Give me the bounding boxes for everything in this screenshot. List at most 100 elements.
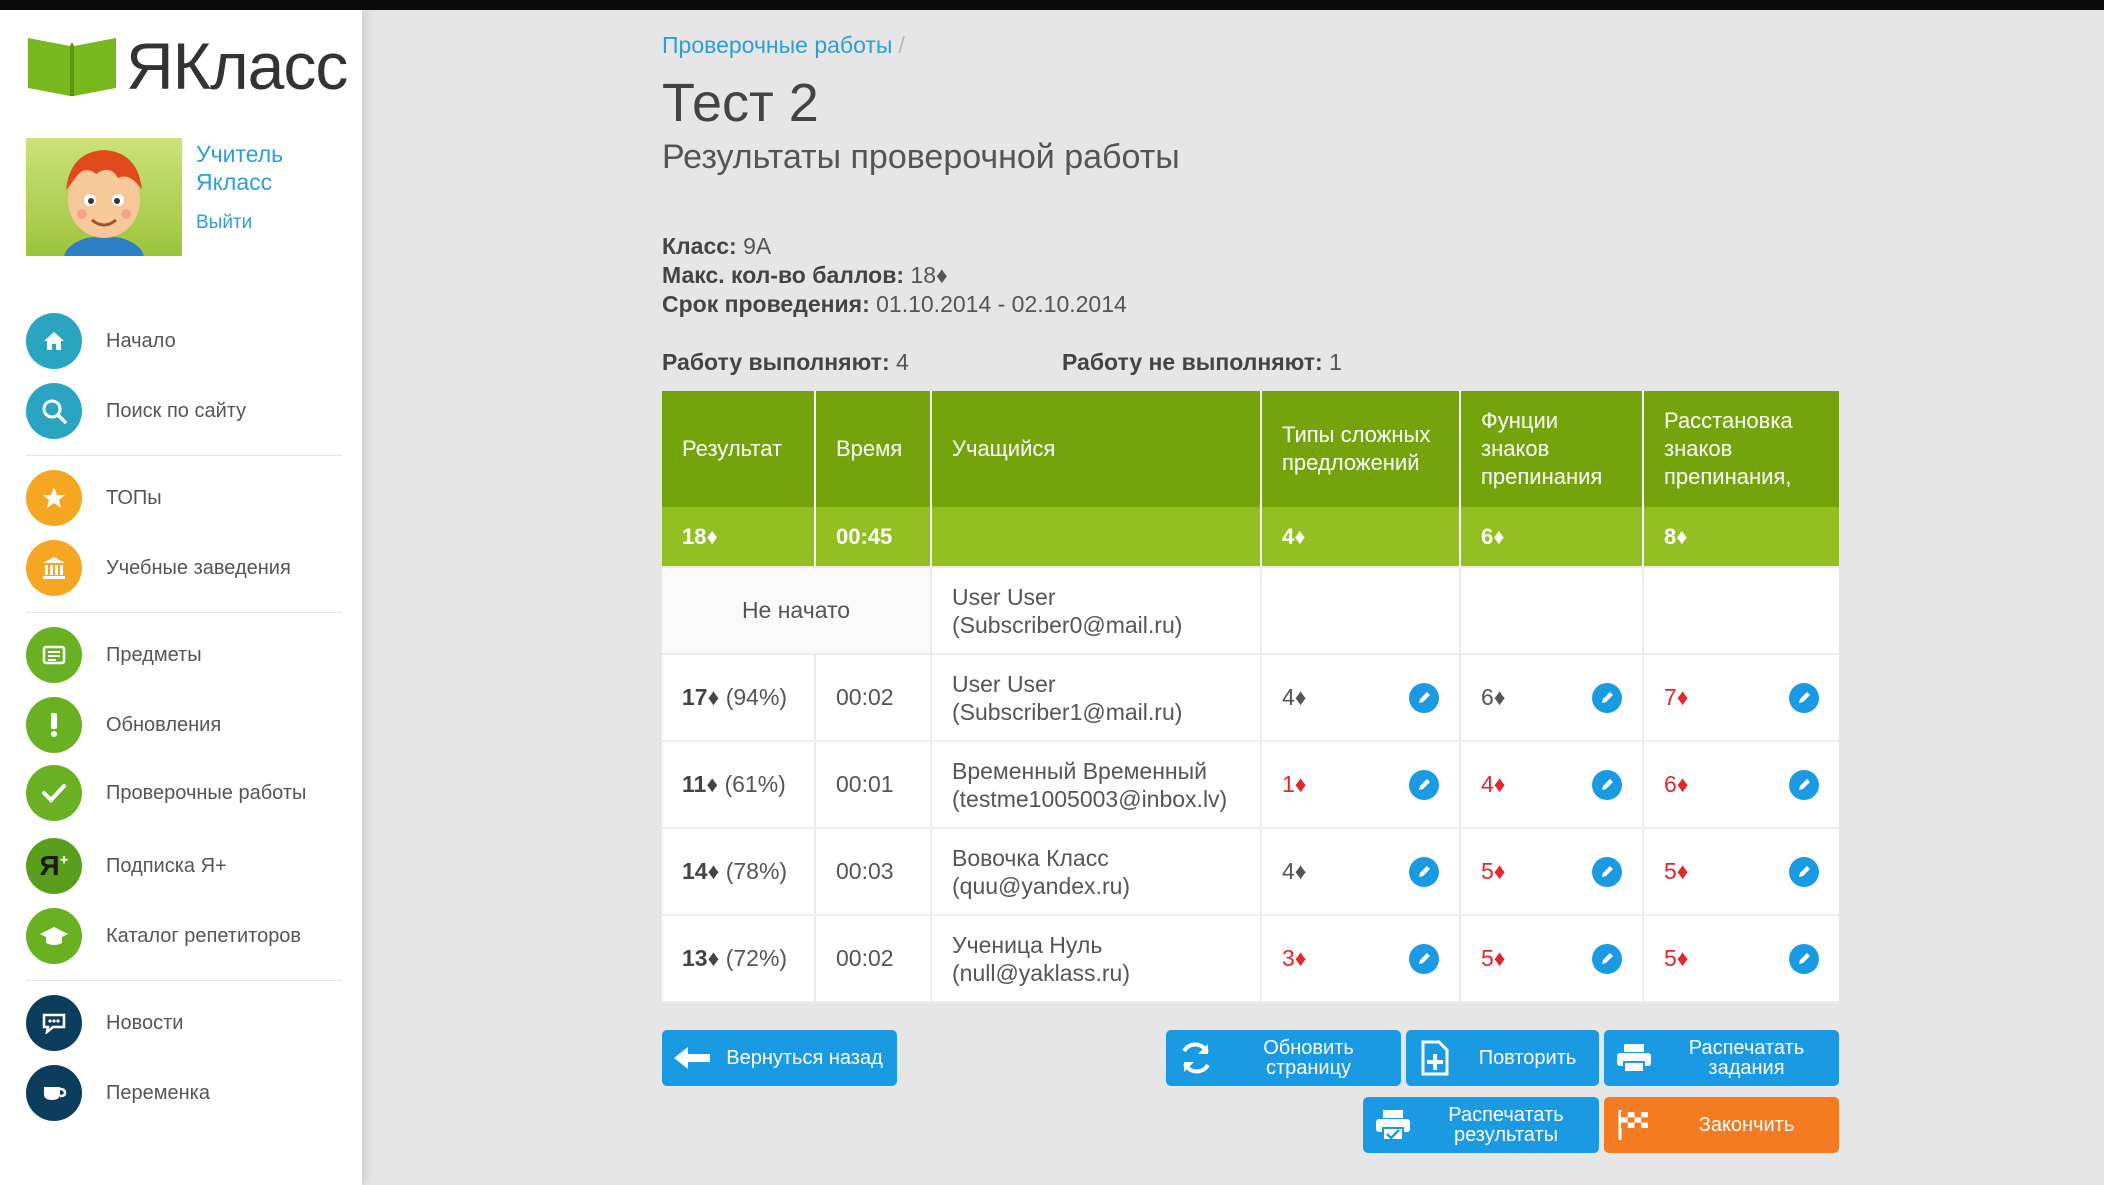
nav-item-updates[interactable]: Обновления [26, 697, 221, 753]
nav-label: Учебные заведения [106, 556, 291, 579]
task-score: 4♦ [1282, 684, 1307, 710]
nav-item-search[interactable]: Поиск по сайту [26, 383, 246, 439]
edit-icon[interactable] [1789, 856, 1819, 887]
edit-icon[interactable] [1592, 769, 1622, 800]
time-cell: 00:01 [815, 741, 932, 829]
max-score-row: 18♦ 00:45 4♦ 6♦ 8♦ [662, 507, 1839, 568]
edit-icon[interactable] [1409, 682, 1439, 713]
column-header-student[interactable]: Учащийся [931, 391, 1262, 507]
nav-item-subscription[interactable]: Я+ Подписка Я+ [26, 838, 227, 894]
page-title: Тест 2 [662, 73, 819, 133]
not-doing-info: Работу не выполняют: 1 [1062, 349, 1342, 376]
doing-value: 4 [896, 349, 909, 375]
table-row: 13♦ (72%) 00:02 Ученица Нуль (null@yaklass.… [662, 915, 1839, 1003]
building-icon [26, 540, 82, 596]
time-cell: 00:03 [815, 828, 932, 916]
logout-link[interactable]: Выйти [196, 212, 306, 234]
student-cell[interactable]: Ученица Нуль (null@yaklass.ru) [931, 915, 1262, 1003]
print-tasks-button-label: Распечатать задания [1688, 1037, 1805, 1079]
task-score-cell: 4♦ [1460, 741, 1644, 829]
column-header-task-2[interactable]: Фунции знаков препинания [1460, 391, 1644, 507]
column-header-time[interactable]: Время [815, 391, 932, 507]
task-score-cell: 6♦ [1643, 741, 1839, 829]
add-document-icon [1406, 1040, 1466, 1076]
student-cell[interactable]: User User (Subscriber1@mail.ru) [931, 654, 1262, 742]
task-score: 4♦ [1282, 858, 1307, 884]
student-cell[interactable]: User User (Subscriber0@mail.ru) [931, 567, 1262, 655]
empty-task-cell [1460, 567, 1644, 655]
edit-icon[interactable] [1409, 856, 1439, 887]
result-percent: (72%) [725, 945, 788, 971]
empty-task-cell [1643, 567, 1839, 655]
refresh-button-label: Обновить страницу [1263, 1037, 1354, 1079]
result-score: 13♦ [682, 945, 720, 971]
student-cell[interactable]: Вовочка Класс (quu@yandex.ru) [931, 828, 1262, 916]
repeat-button[interactable]: Повторить [1406, 1030, 1599, 1086]
nav-divider [26, 980, 342, 981]
max-task-3: 8♦ [1643, 507, 1839, 568]
student-email: (Subscriber1@mail.ru) [952, 698, 1183, 725]
print-results-button-label: Распечатать результаты [1448, 1104, 1564, 1146]
task-score: 4♦ [1481, 771, 1506, 797]
logo[interactable]: ЯКласс [26, 28, 348, 104]
doing-label: Работу выполняют: [662, 349, 890, 375]
max-score-label: Макс. кол-во баллов: [662, 262, 905, 288]
task-score-cell: 5♦ [1643, 828, 1839, 916]
edit-icon[interactable] [1789, 769, 1819, 800]
nav-item-tests[interactable]: Проверочные работы [26, 765, 306, 821]
task-score-cell: 4♦ [1261, 654, 1461, 742]
nav-item-schools[interactable]: Учебные заведения [26, 540, 291, 596]
nav-label: Переменка [106, 1081, 210, 1104]
result-score: 17♦ [682, 684, 720, 710]
task-score: 3♦ [1282, 945, 1307, 971]
nav-label: Подписка Я+ [106, 854, 227, 877]
finish-button-label: Закончить [1698, 1114, 1795, 1136]
edit-icon[interactable] [1592, 682, 1622, 713]
nav-item-home[interactable]: Начало [26, 313, 176, 369]
column-header-task-3[interactable]: Расстановка знаков препинания, [1643, 391, 1839, 507]
task-score: 5♦ [1481, 858, 1506, 884]
refresh-button[interactable]: Обновить страницу [1166, 1030, 1401, 1086]
edit-icon[interactable] [1789, 943, 1819, 974]
screen-top-bar [0, 0, 2104, 10]
period-value: 01.10.2014 - 02.10.2014 [876, 291, 1127, 317]
printer-check-icon [1363, 1108, 1423, 1142]
nav-divider [26, 455, 342, 456]
nav-item-tutors[interactable]: Каталог репетиторов [26, 908, 301, 964]
edit-icon[interactable] [1409, 769, 1439, 800]
print-tasks-button[interactable]: Распечатать задания [1604, 1030, 1839, 1086]
student-cell[interactable]: Временный Временный (testme1005003@inbox.… [931, 741, 1262, 829]
avatar[interactable] [26, 138, 182, 256]
profile-name[interactable]: Учитель Якласс [196, 140, 306, 196]
task-score: 7♦ [1664, 684, 1689, 710]
back-button[interactable]: Вернуться назад [662, 1030, 897, 1086]
max-task-2: 6♦ [1460, 507, 1644, 568]
edit-icon[interactable] [1592, 943, 1622, 974]
result-percent: (94%) [725, 684, 788, 710]
not-doing-label: Работу не выполняют: [1062, 349, 1323, 375]
nav-item-tops[interactable]: ТОПы [26, 470, 162, 526]
task-score-cell: 1♦ [1261, 741, 1461, 829]
column-header-result[interactable]: Результат [662, 391, 816, 507]
empty-task-cell [1261, 567, 1461, 655]
nav-divider [26, 612, 342, 613]
check-icon [26, 765, 82, 821]
result-cell: 14♦ (78%) [662, 828, 816, 916]
table-header-row: Результат Время Учащийся Типы сложных пр… [662, 391, 1839, 507]
task-score-cell: 5♦ [1643, 915, 1839, 1003]
edit-icon[interactable] [1409, 943, 1439, 974]
breadcrumb-link[interactable]: Проверочные работы [662, 32, 892, 58]
result-score: 14♦ [682, 858, 720, 884]
edit-icon[interactable] [1789, 682, 1819, 713]
finish-button[interactable]: Закончить [1604, 1097, 1839, 1153]
home-icon [26, 313, 82, 369]
print-results-button[interactable]: Распечатать результаты [1363, 1097, 1599, 1153]
nav-item-subjects[interactable]: Предметы [26, 627, 202, 683]
logo-text: ЯКласс [126, 29, 348, 103]
result-percent: (61%) [724, 771, 786, 797]
nav-item-news[interactable]: Новости [26, 995, 183, 1051]
not-started-status: Не начато [662, 567, 932, 655]
column-header-task-1[interactable]: Типы сложных предложений [1261, 391, 1461, 507]
nav-item-break[interactable]: Переменка [26, 1065, 210, 1121]
edit-icon[interactable] [1592, 856, 1622, 887]
